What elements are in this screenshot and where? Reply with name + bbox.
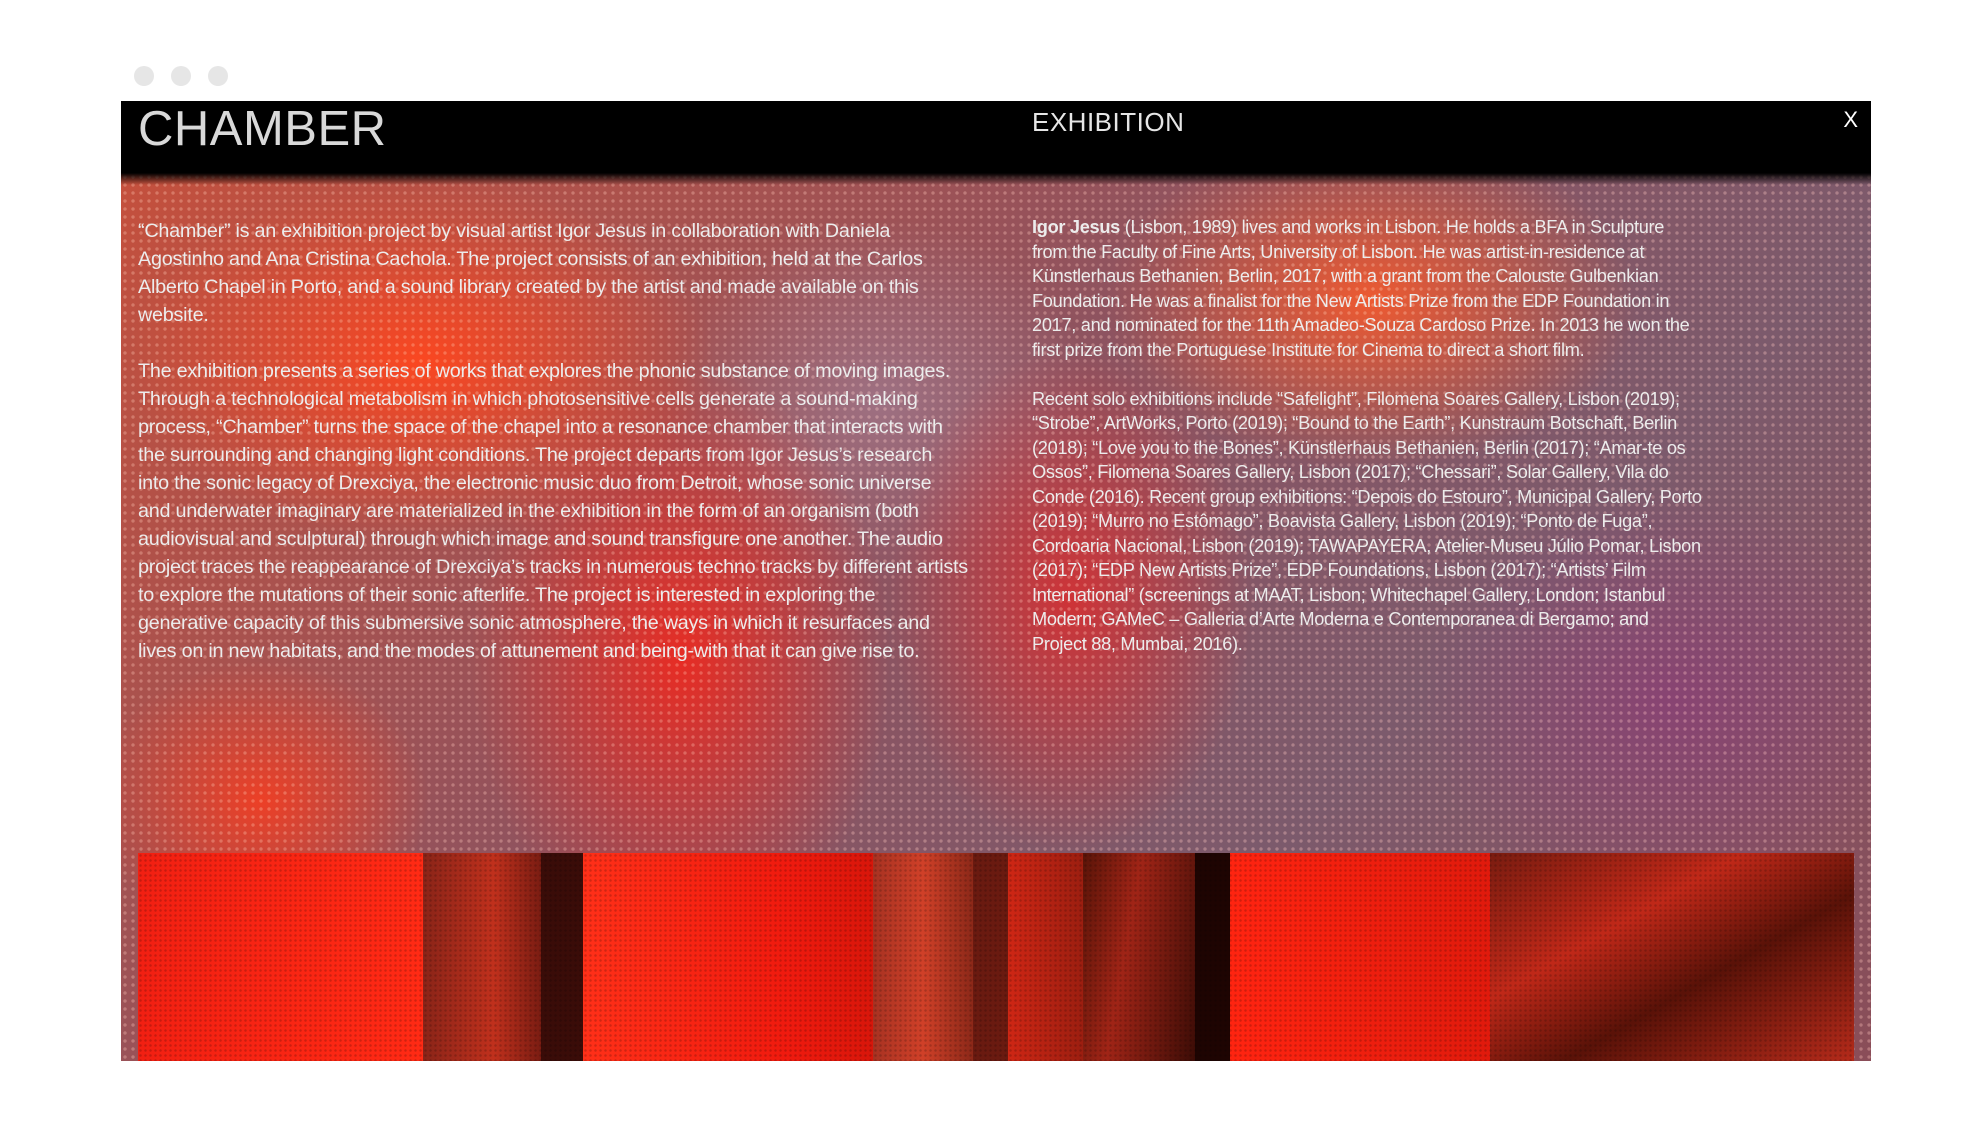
section-label: EXHIBITION: [1032, 107, 1185, 137]
exhibition-paragraph: The exhibition presents a series of work…: [138, 360, 968, 662]
project-description: “Chamber” is an exhibition project by vi…: [138, 217, 968, 693]
artist-bio: Igor Jesus (Lisbon, 1989) lives and work…: [1032, 215, 1702, 681]
close-button[interactable]: X: [1843, 107, 1858, 133]
header-bar: CHAMBER EXHIBITION X: [121, 101, 1871, 185]
window-minimize-dot[interactable]: [171, 66, 191, 86]
bio-text: (Lisbon, 1989) lives and works in Lisbon…: [1032, 217, 1690, 360]
window-controls: [134, 66, 228, 86]
page-title: CHAMBER: [138, 102, 387, 156]
window-close-dot[interactable]: [134, 66, 154, 86]
intro-paragraph: “Chamber” is an exhibition project by vi…: [138, 220, 923, 326]
photo-grain-overlay: [138, 853, 1854, 1061]
artist-name: Igor Jesus: [1032, 217, 1120, 237]
chapel-photo-strip: [138, 853, 1854, 1061]
exhibitions-paragraph: Recent solo exhibitions include “Safelig…: [1032, 388, 1702, 654]
window-maximize-dot[interactable]: [208, 66, 228, 86]
bio-paragraph: Igor Jesus (Lisbon, 1989) lives and work…: [1032, 215, 1702, 362]
exhibition-window: CHAMBER EXHIBITION X “Chamber” is an exh…: [121, 101, 1871, 1061]
